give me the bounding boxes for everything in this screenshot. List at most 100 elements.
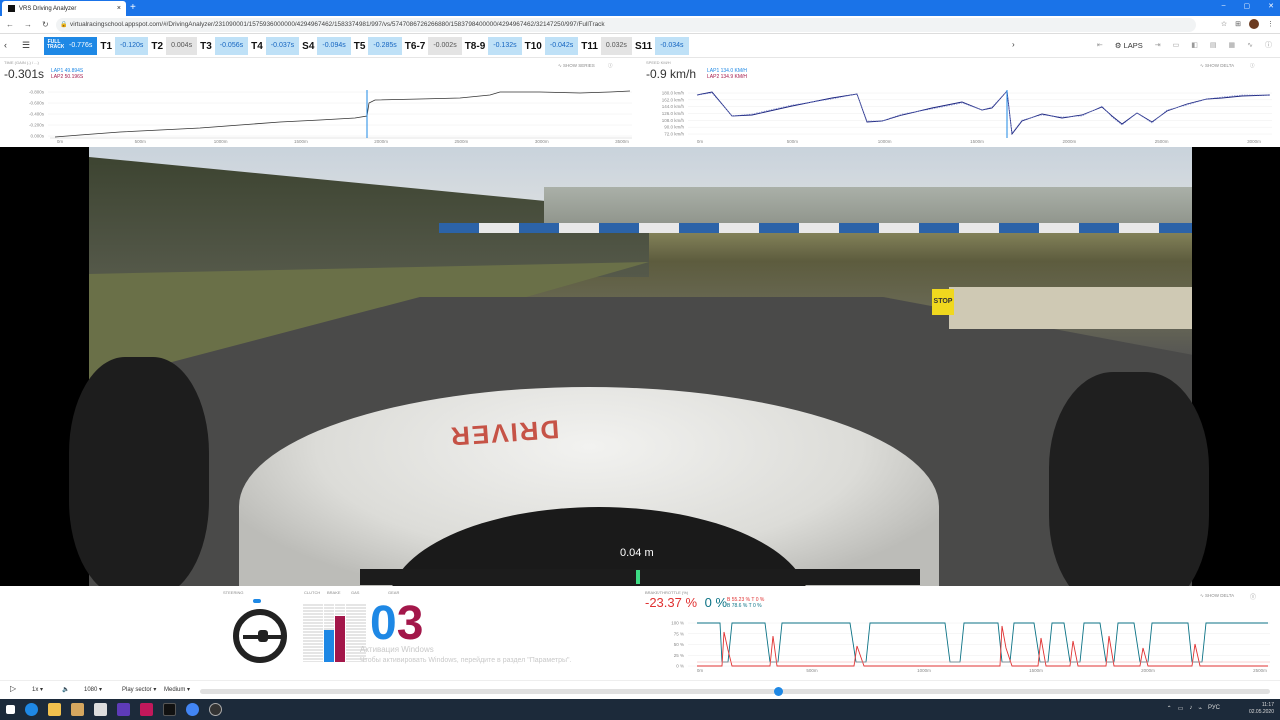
windows-start-icon[interactable] [6,705,15,714]
steering-indicator [253,599,261,603]
car-icon[interactable]: ▤ [1210,41,1217,49]
bt-y-tick: 50 % [674,642,684,647]
onboard-video[interactable]: STOP DRIVER 0.04 m [0,147,1280,586]
play-button[interactable]: ▷ [10,684,16,693]
play-sector-select[interactable]: Play sector ▾ [122,686,156,693]
speed-y-tick: 126.0 km/h [662,111,685,116]
bt-x-tick: 1000m [917,668,931,673]
tab-close-icon[interactable]: × [117,5,121,12]
address-bar-row: ← → ↻ 🔒 virtualracingschool.appspot.com/… [0,16,1280,34]
tray-expand-icon[interactable]: ⌃ [1167,705,1172,712]
sector-chip-t4[interactable]: T4 -0.037s [248,37,300,55]
edge-icon[interactable] [25,703,38,716]
sector-chip-t8-9[interactable]: T8-9 -0.132s [461,37,522,55]
close-window-button[interactable]: ✕ [1268,2,1274,10]
back-button[interactable]: ← [6,20,14,29]
watermark-line2: Чтобы активировать Windows, перейдите в … [360,657,572,664]
clutch-bar-lap2 [313,604,323,662]
video-progress-slider[interactable] [200,687,1270,696]
graph-icon[interactable]: ∿ [1247,41,1253,49]
distance-bar [360,569,920,585]
panel-icon[interactable]: ▦ [1229,41,1236,49]
sector-chip-t6-7[interactable]: T6-7 -0.002s [401,37,462,55]
sector-delta: -0.120s [115,37,149,55]
quality-select[interactable]: 1080 ▾ [84,686,102,693]
sector-name: T3 [197,40,215,52]
layout-icon[interactable]: ▭ [1173,41,1180,49]
brake-fill-lap1 [324,630,334,662]
sector-chip-t1[interactable]: T1 -0.120s [97,37,149,55]
speed-chart[interactable]: SPEED KM/H -0.9 km/h LAP1 134.0 KM/H LAP… [642,58,1280,146]
sector-chip-full-track[interactable]: FULL TRACK -0.776s [44,37,98,55]
app-icon-2[interactable] [140,703,153,716]
tray-display-icon[interactable]: ▭ [1178,705,1184,712]
forward-button[interactable]: → [24,20,32,29]
sector-scroll-right-icon[interactable]: › [1012,40,1015,49]
sector-delta: -0.094s [317,37,351,55]
tray-volume-icon[interactable]: ♪ [1189,705,1192,712]
sector-name: T2 [148,40,167,52]
iracing-icon[interactable] [163,703,176,716]
info-icon[interactable]: ⓘ [1265,40,1272,50]
language-indicator[interactable]: РУС [1208,705,1220,712]
profile-avatar[interactable] [1249,19,1259,29]
lock-icon: 🔒 [60,22,68,28]
mail-icon[interactable] [94,703,107,716]
new-tab-button[interactable]: + [130,2,136,13]
url-field[interactable]: 🔒 virtualracingschool.appspot.com/#/Driv… [56,18,1196,32]
bt-x-tick: 0m [697,668,704,673]
next-icon[interactable]: ⇥ [1155,41,1161,49]
medium-select[interactable]: Medium ▾ [164,686,190,693]
back-arrow-icon[interactable]: ‹ [4,40,7,50]
sector-chip-t3[interactable]: T3 -0.056s [197,37,249,55]
watermark-line1: Активация Windows [360,645,434,654]
tab-vrs-driving-analyzer[interactable]: VRS Driving Analyzer × [2,1,126,16]
prev-icon[interactable]: ⇤ [1097,41,1103,49]
time-x-tick: 2000m [374,139,388,144]
time-y-tick: 0.000s [30,134,44,139]
slider-knob[interactable] [773,687,783,696]
sector-chip-t5[interactable]: T5 -0.285s [350,37,402,55]
windows-activation-watermark: Активация Windows Чтобы активировать Win… [360,644,571,666]
laps-button[interactable]: ⚙ LAPS [1115,41,1143,50]
bookmark-star-icon[interactable]: ☆ [1221,20,1227,28]
extensions-icon[interactable]: ⊞ [1235,20,1241,28]
sector-name: T8-9 [461,40,489,52]
playback-speed-select[interactable]: 1x ▾ [32,686,43,693]
reload-button[interactable]: ↻ [42,20,49,29]
menu-icon[interactable]: ☰ [22,40,30,51]
gear-lap1: 0 [370,597,397,650]
speed-chart-plot: 180.0 km/h162.0 km/h 144.0 km/h 126.0 km/h… [662,89,1272,144]
right-tyre [1049,372,1209,586]
sector-delta: -0.002s [428,37,462,55]
store-icon[interactable] [71,703,84,716]
time-delta-chart[interactable]: TIME (GAIN (-) / ...) -0.301s LAP1 49.89… [0,58,638,146]
speed-x-tick: 0m [697,139,704,144]
sector-chip-t11[interactable]: T11 0.032s [578,37,632,55]
app-icon-1[interactable] [117,703,130,716]
sector-chip-s11[interactable]: S11 -0.034s [631,37,689,55]
sector-delta: -0.037s [265,37,300,55]
sector-bar: ‹ ☰ FULL TRACK -0.776s T1 -0.120s T2 0.004s T3… [0,34,1280,58]
split-view-icon[interactable]: ◧ [1191,41,1198,49]
brake-label: BRAKE [327,590,341,595]
clock[interactable]: 11:17 02.05.2020 [1249,702,1274,716]
speed-y-tick: 180.0 km/h [662,91,685,96]
maximize-button[interactable]: ▢ [1244,2,1251,10]
minimize-button[interactable]: – [1222,2,1226,10]
sector-name: FULL TRACK [44,37,65,55]
tray-network-icon[interactable]: ⌁ [1198,705,1202,712]
sector-name: T11 [578,40,601,52]
sector-chip-s4[interactable]: S4 -0.094s [299,37,351,55]
file-explorer-icon[interactable] [48,703,61,716]
speed-y-tick: 108.0 km/h [662,118,685,123]
steering-label: STEERING [223,590,244,595]
chrome-icon[interactable] [186,703,199,716]
volume-icon[interactable]: 🔈 [62,686,69,693]
sector-name: T6-7 [401,40,429,52]
sector-chip-t2[interactable]: T2 0.004s [148,37,198,55]
browser-menu-icon[interactable]: ⋮ [1267,20,1274,28]
sector-chip-t10[interactable]: T10 -0.042s [521,37,579,55]
obs-icon[interactable] [209,703,222,716]
clock-time: 11:17 [1261,702,1274,708]
